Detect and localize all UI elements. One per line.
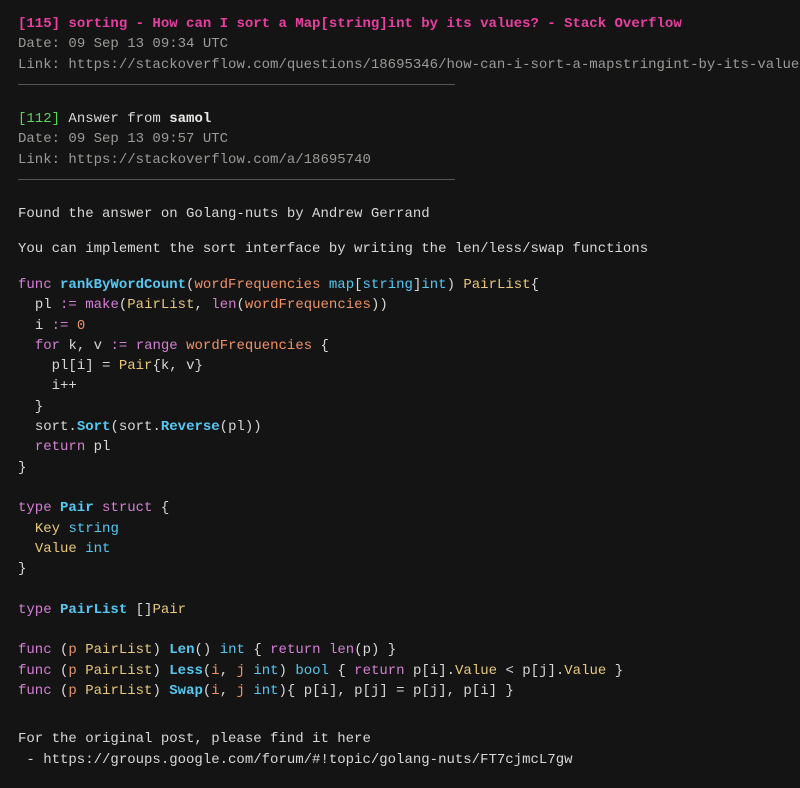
question-id: [115] — [18, 16, 60, 32]
question-link-row: Link: https://stackoverflow.com/question… — [18, 55, 782, 75]
divider: ————————————————————————————————————————… — [18, 75, 782, 95]
terminal-output: { "hr": "———————————————————————————————… — [0, 0, 800, 788]
answer-link[interactable]: https://stackoverflow.com/a/18695740 — [60, 152, 371, 168]
answer-author: samol — [169, 111, 211, 127]
answer-id: [112] — [18, 111, 60, 127]
code-block: func rankByWordCount(wordFrequencies map… — [18, 275, 782, 701]
answer-header: [112] Answer from samol — [18, 109, 782, 129]
question-title: sorting - How can I sort a Map[string]in… — [68, 16, 681, 32]
question-link[interactable]: https://stackoverflow.com/questions/1869… — [60, 57, 800, 73]
answer-date-row: Date: 09 Sep 13 09:57 UTC — [18, 129, 782, 149]
answer-link-row: Link: https://stackoverflow.com/a/186957… — [18, 150, 782, 170]
answer-body-text: You can implement the sort interface by … — [18, 239, 782, 259]
answer-footer-text: For the original post, please find it he… — [18, 729, 782, 749]
answer-body-text: Found the answer on Golang-nuts by Andre… — [18, 204, 782, 224]
question-date-row: Date: 09 Sep 13 09:34 UTC — [18, 34, 782, 54]
question-header: [115] sorting - How can I sort a Map[str… — [18, 14, 782, 34]
answer-footer-link[interactable]: - https://groups.google.com/forum/#!topi… — [18, 750, 782, 770]
divider: ————————————————————————————————————————… — [18, 170, 782, 190]
